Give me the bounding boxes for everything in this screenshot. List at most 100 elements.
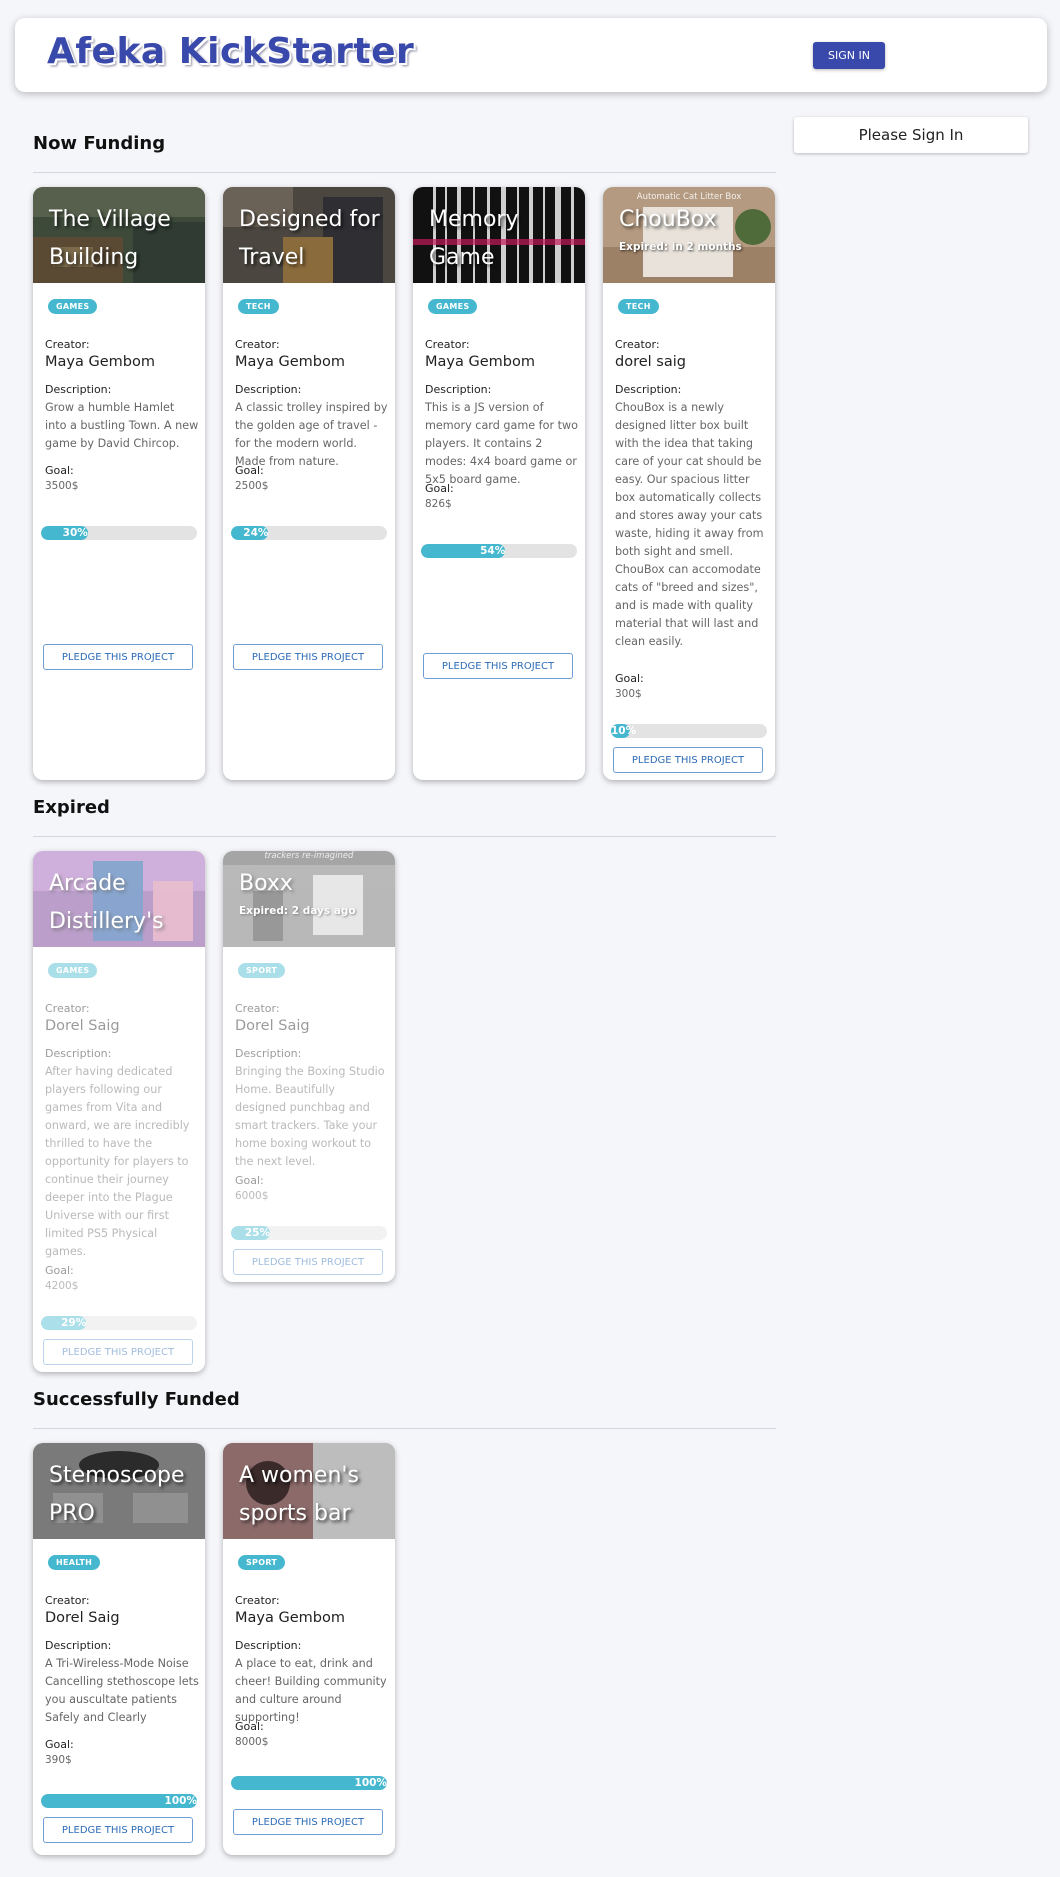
project-card-sports-bar: A women's sports bar Sport Creator: Maya… — [223, 1443, 395, 1855]
project-title: Arcade Distillery's — [49, 871, 164, 934]
description-label: Description: — [45, 1639, 112, 1652]
creator-name: Maya Gembom — [235, 354, 345, 370]
progress-percent: 24% — [243, 527, 269, 539]
pledge-button[interactable]: Pledge this project — [233, 644, 383, 670]
pledge-button[interactable]: Pledge this project — [43, 644, 193, 670]
pledge-button[interactable]: Pledge this project — [233, 1809, 383, 1835]
goal-value: 300$ — [615, 688, 642, 700]
pledge-button[interactable]: Pledge this project — [43, 1817, 193, 1843]
goal-value: 390$ — [45, 1754, 72, 1766]
goal-label: Goal: — [425, 482, 454, 495]
category-chip: Games — [48, 963, 98, 978]
project-title: Designed for Travel — [239, 207, 380, 270]
project-title: Memory Game — [429, 207, 519, 270]
description-label: Description: — [235, 1639, 302, 1652]
project-image: Stemoscope PRO — [33, 1443, 205, 1539]
top-app-bar: Afeka KickStarter Sign In — [15, 18, 1047, 92]
project-description: A place to eat, drink and cheer! Buildin… — [235, 1657, 387, 1724]
project-card-village: The Village Building Game Games Creator:… — [33, 187, 205, 780]
goal-label: Goal: — [615, 672, 644, 685]
project-image: Automatic Cat Litter Box ChouBox Expired… — [603, 187, 775, 283]
category-chip: Health — [48, 1555, 101, 1570]
progress-percent: 54% — [480, 545, 506, 557]
pledge-button[interactable]: Pledge this project — [43, 1339, 193, 1365]
project-description: Grow a humble Hamlet into a bustling Tow… — [45, 401, 199, 450]
creator-label: Creator: — [235, 338, 280, 351]
progress-percent: 29% — [61, 1317, 87, 1329]
funding-progress-bar: 25% — [231, 1226, 387, 1240]
funding-progress-bar: 54% — [421, 544, 577, 558]
goal-value: 4200$ — [45, 1280, 79, 1292]
creator-name: Dorel Saig — [45, 1610, 120, 1626]
goal-value: 2500$ — [235, 480, 269, 492]
expiry-text: Expired: in 2 months — [619, 241, 742, 253]
progress-percent: 100% — [164, 1795, 197, 1807]
goal-value: 826$ — [425, 498, 452, 510]
goal-label: Goal: — [45, 1738, 74, 1751]
goal-value: 3500$ — [45, 480, 79, 492]
creator-name: Dorel Saig — [45, 1018, 120, 1034]
goal-label: Goal: — [235, 1720, 264, 1733]
goal-label: Goal: — [45, 1264, 74, 1277]
creator-name: Maya Gembom — [425, 354, 535, 370]
progress-percent: 25% — [244, 1227, 270, 1239]
creator-label: Creator: — [45, 1002, 90, 1015]
section-divider — [33, 172, 776, 173]
expiry-text: Expired: 2 days ago — [239, 905, 356, 917]
creator-label: Creator: — [45, 1594, 90, 1607]
category-chip: Tech — [238, 299, 279, 314]
progress-percent: 30% — [62, 527, 88, 539]
image-caption: trackers re-imagined — [264, 851, 354, 861]
goal-label: Goal: — [235, 1174, 264, 1187]
project-description: ChouBox is a newly designed litter box b… — [615, 401, 764, 648]
project-card-travel: Designed for Travel Tech Creator: Maya G… — [223, 187, 395, 780]
section-title-successfully-funded: Successfully Funded — [33, 1389, 240, 1410]
sign-in-button[interactable]: Sign In — [813, 42, 885, 69]
category-chip: Sport — [238, 1555, 286, 1570]
category-chip: Games — [428, 299, 478, 314]
project-card-stemoscope: Stemoscope PRO Health Creator: Dorel Sai… — [33, 1443, 205, 1855]
project-image: The Village Building Game — [33, 187, 205, 283]
sign-in-prompt: Please Sign In — [794, 117, 1028, 153]
section-title-now-funding: Now Funding — [33, 133, 166, 154]
project-description: After having dedicated players following… — [45, 1065, 190, 1258]
description-label: Description: — [235, 383, 302, 396]
project-image: Designed for Travel — [223, 187, 395, 283]
goal-label: Goal: — [45, 464, 74, 477]
project-card-arcade: Arcade Distillery's Games Creator: Dorel… — [33, 851, 205, 1372]
progress-percent: 10% — [611, 725, 637, 737]
section-divider — [33, 1428, 776, 1429]
project-description: A Tri-Wireless-Mode Noise Cancelling ste… — [45, 1657, 199, 1724]
creator-name: Maya Gembom — [235, 1610, 345, 1626]
creator-label: Creator: — [235, 1594, 280, 1607]
description-label: Description: — [45, 1047, 112, 1060]
pledge-button[interactable]: Pledge this project — [423, 653, 573, 679]
funding-progress-bar: 100% — [231, 1776, 387, 1790]
project-title: A women's sports bar — [239, 1463, 359, 1526]
creator-label: Creator: — [235, 1002, 280, 1015]
project-title: The Village Building Game — [49, 207, 171, 270]
project-title: Boxx — [239, 871, 293, 896]
project-card-choubox: Automatic Cat Litter Box ChouBox Expired… — [603, 187, 775, 780]
section-divider — [33, 836, 776, 837]
goal-value: 8000$ — [235, 1736, 269, 1748]
pledge-button[interactable]: Pledge this project — [613, 747, 763, 773]
funding-progress-bar: 30% — [41, 526, 197, 540]
project-image: Arcade Distillery's — [33, 851, 205, 947]
project-image: A women's sports bar — [223, 1443, 395, 1539]
pledge-button[interactable]: Pledge this project — [233, 1249, 383, 1275]
category-chip: Games — [48, 299, 98, 314]
creator-label: Creator: — [615, 338, 660, 351]
app-title: Afeka KickStarter — [47, 31, 415, 72]
category-chip: Sport — [238, 963, 286, 978]
project-title: ChouBox — [619, 207, 717, 232]
project-description: Bringing the Boxing Studio Home. Beautif… — [235, 1065, 385, 1168]
project-image: trackers re-imagined Boxx Expired: 2 day… — [223, 851, 395, 947]
creator-name: Maya Gembom — [45, 354, 155, 370]
creator-name: dorel saig — [615, 354, 686, 370]
progress-percent: 100% — [354, 1777, 387, 1789]
description-label: Description: — [615, 383, 682, 396]
section-title-expired: Expired — [33, 797, 110, 818]
funding-progress-bar: 10% — [611, 724, 767, 738]
project-description: A classic trolley inspired by the golden… — [235, 401, 388, 468]
